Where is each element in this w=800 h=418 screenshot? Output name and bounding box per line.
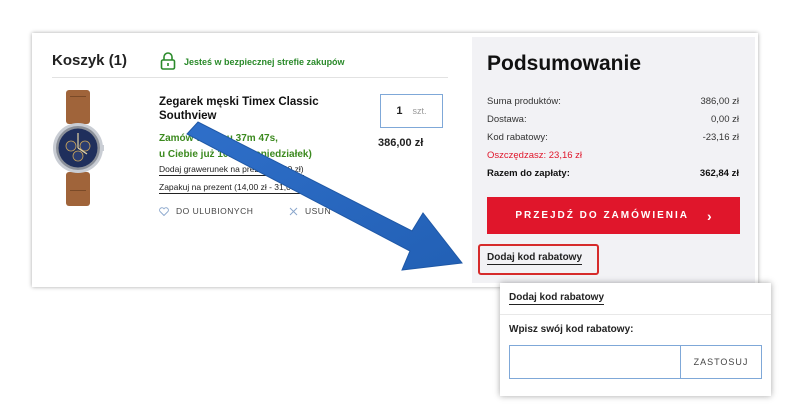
summary-row-value: -23,16 zł xyxy=(702,132,739,143)
delivery-countdown: Zamów w ciągu 37m 47s, xyxy=(159,133,278,144)
add-to-favorites-button[interactable]: DO ULUBIONYCH xyxy=(159,206,253,216)
cart-title: Koszyk (1) xyxy=(52,52,128,69)
item-price: 386,00 zł xyxy=(378,137,424,149)
delivery-info: Zamów w ciągu 37m 47s, u Ciebie już 10.1… xyxy=(159,131,349,163)
total-value: 362,84 zł xyxy=(699,168,739,179)
divider xyxy=(52,77,448,78)
checkout-label: PRZEJDŹ DO ZAMÓWIENIA xyxy=(515,210,689,221)
product-name[interactable]: Zegarek męski Timex Classic Southview xyxy=(159,95,349,123)
quantity-value: 1 xyxy=(396,105,403,117)
savings-text: Oszczędzasz: 23,16 zł xyxy=(487,150,583,161)
delivery-date: u Ciebie już 10.10 (poniedziałek) xyxy=(159,149,312,160)
quantity-unit: szt. xyxy=(412,106,427,116)
summary-row-value: 386,00 zł xyxy=(700,96,739,107)
discount-code-label: Wpisz swój kod rabatowy: xyxy=(509,324,634,335)
summary-row-products: Suma produktów: 386,00 zł xyxy=(487,96,739,107)
popup-discount-link[interactable]: Dodaj kod rabatowy xyxy=(509,292,605,305)
popup-divider xyxy=(500,314,771,315)
remove-label: USUŃ xyxy=(305,206,332,216)
summary-title: Podsumowanie xyxy=(487,52,642,75)
lock-icon xyxy=(160,52,176,70)
summary-row-label: Kod rabatowy: xyxy=(487,132,548,143)
gift-wrap-link[interactable]: Zapakuj na prezent (14,00 zł - 31,00 zł) xyxy=(159,182,307,194)
add-discount-code-link[interactable]: Dodaj kod rabatowy xyxy=(487,252,583,265)
summary-row-discount: Kod rabatowy: -23,16 zł xyxy=(487,132,739,143)
summary-row-label: Suma produktów: xyxy=(487,96,561,107)
heart-icon xyxy=(159,206,169,216)
total-label: Razem do zapłaty: xyxy=(487,168,570,179)
secure-zone-text: Jesteś w bezpiecznej strefie zakupów xyxy=(184,57,345,67)
apply-code-button[interactable]: ZASTOSUJ xyxy=(680,345,762,379)
summary-row-value: 0,00 zł xyxy=(711,114,739,125)
chevron-right-icon: › xyxy=(707,207,712,224)
summary-row-delivery: Dostawa: 0,00 zł xyxy=(487,114,739,125)
remove-item-button[interactable]: USUŃ xyxy=(289,206,331,216)
add-engraving-link[interactable]: Dodaj grawerunek na prezent (0,00 zł) xyxy=(159,164,304,176)
close-icon xyxy=(289,207,298,215)
quantity-field[interactable]: 1 szt. xyxy=(380,94,443,128)
favorites-label: DO ULUBIONYCH xyxy=(176,206,254,216)
summary-row-label: Dostawa: xyxy=(487,114,527,125)
discount-code-input[interactable] xyxy=(509,345,680,379)
checkout-button[interactable]: PRZEJDŹ DO ZAMÓWIENIA › xyxy=(487,197,740,234)
wristwatch-icon[interactable] xyxy=(52,90,104,206)
summary-row-total: Razem do zapłaty: 362,84 zł xyxy=(487,168,739,179)
